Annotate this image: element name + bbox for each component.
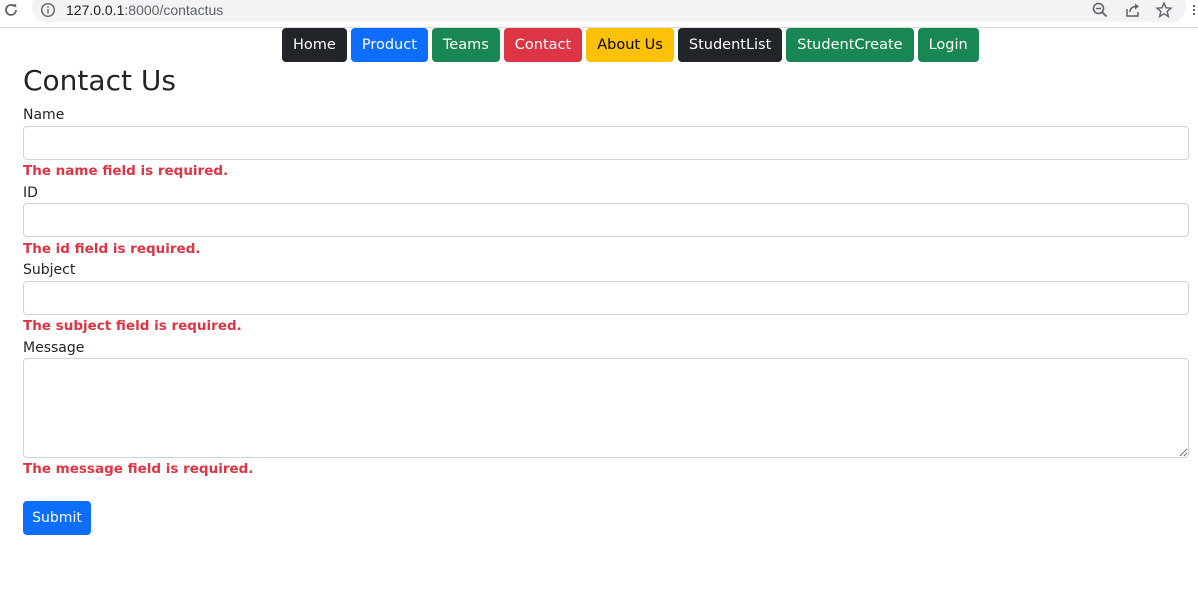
nav-login-button[interactable]: Login (917, 28, 979, 62)
message-label: Message (23, 340, 85, 356)
nav-product-button[interactable]: Product (350, 28, 428, 62)
id-label: ID (23, 185, 38, 201)
name-label: Name (23, 107, 65, 123)
nav-about-us-button[interactable]: About Us (586, 28, 674, 62)
id-input[interactable] (23, 203, 1189, 237)
menu-icon[interactable] (1190, 2, 1198, 18)
nav-contact-button[interactable]: Contact (503, 28, 583, 62)
name-error: The name field is required. (23, 163, 229, 179)
id-error: The id field is required. (23, 241, 201, 257)
main-nav: Home Product Teams Contact About Us Stud… (282, 28, 979, 62)
share-icon[interactable] (1124, 1, 1142, 19)
nav-studentcreate-button[interactable]: StudentCreate (786, 28, 914, 62)
star-icon[interactable] (1155, 1, 1173, 19)
info-icon[interactable] (40, 2, 56, 18)
nav-home-button[interactable]: Home (282, 28, 347, 62)
url-host: 127.0.0.1 (66, 2, 125, 18)
zoom-icon[interactable] (1091, 1, 1109, 19)
address-url[interactable]: 127.0.0.1:8000/contactus (66, 1, 223, 19)
reload-icon[interactable] (2, 1, 20, 19)
page-title: Contact Us (23, 64, 176, 97)
message-error: The message field is required. (23, 461, 254, 477)
nav-teams-button[interactable]: Teams (431, 28, 500, 62)
name-input[interactable] (23, 126, 1189, 160)
submit-button[interactable]: Submit (23, 501, 91, 535)
subject-label: Subject (23, 262, 76, 278)
subject-input[interactable] (23, 281, 1189, 315)
url-path: :8000/contactus (124, 2, 224, 18)
nav-studentlist-button[interactable]: StudentList (677, 28, 783, 62)
browser-toolbar: 127.0.0.1:8000/contactus (0, 0, 1198, 28)
message-textarea[interactable] (23, 358, 1189, 458)
subject-error: The subject field is required. (23, 318, 242, 334)
